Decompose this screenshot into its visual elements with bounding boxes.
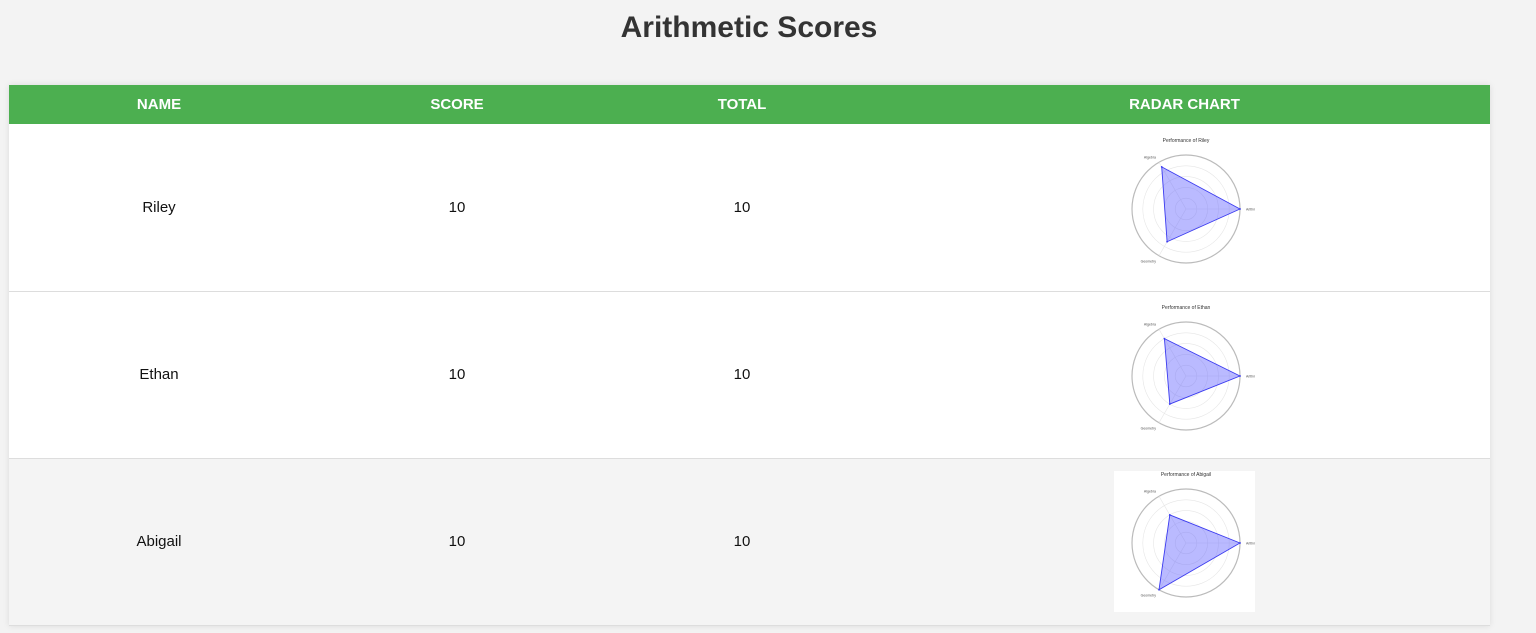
cell-score: 10 — [309, 291, 605, 459]
radar-data-point — [1168, 403, 1171, 405]
cell-score: 10 — [309, 458, 605, 626]
table-row: Riley 10 10 Performance of Riley Arithmet… — [9, 124, 1490, 292]
radar-data-point — [1158, 588, 1160, 591]
cell-total: 10 — [605, 124, 879, 292]
radar-axis-label: Algebra — [1144, 323, 1156, 327]
radar-series-area — [1161, 165, 1242, 243]
radar-axis-label: Algebra — [1144, 155, 1156, 159]
radar-chart: Performance of Riley Arithmetic Algebra Geo… — [1114, 136, 1255, 278]
radar-axis-label: Arithmetic — [1246, 542, 1255, 546]
radar-data-point — [1168, 514, 1171, 516]
cell-name: Ethan — [9, 291, 309, 459]
radar-axis-label: Geometry — [1141, 593, 1157, 597]
radar-chart-svg: Performance of Riley Arithmetic Algebra Geo… — [1131, 138, 1255, 264]
radar-axis-label: Algebra — [1144, 490, 1156, 494]
cell-score: 10 — [309, 124, 605, 292]
cell-radar-chart: Performance of Riley Arithmetic Algebra Geo… — [879, 124, 1490, 292]
page-title: Arithmetic Scores — [620, 11, 878, 44]
radar-data-point — [1239, 207, 1241, 210]
cell-total: 10 — [605, 458, 879, 626]
radar-chart-svg: Performance of Abigail Arithmetic Algebra G… — [1131, 472, 1255, 598]
radar-data-point — [1163, 337, 1166, 340]
scores-table: NAME SCORE TOTAL RADAR CHART Riley 10 10… — [9, 85, 1490, 626]
radar-chart-svg: Performance of Ethan Arithmetic Algebra Geo… — [1131, 305, 1255, 431]
radar-chart-title: Performance of Abigail — [1161, 472, 1211, 478]
cell-name: Riley — [9, 124, 309, 292]
radar-axis-label: Geometry — [1141, 259, 1157, 263]
radar-axis-label: Arithmetic — [1246, 207, 1255, 211]
table-row: Abigail 10 10 Performance of Abigail Arit… — [9, 458, 1490, 626]
cell-radar-chart: Performance of Ethan Arithmetic Algebra Geo… — [879, 291, 1490, 459]
radar-data-point — [1239, 542, 1241, 544]
header-total: TOTAL — [605, 85, 879, 124]
header-name: NAME — [9, 85, 309, 124]
table-row: Ethan 10 10 Performance of Ethan Arithmet… — [9, 291, 1490, 459]
radar-chart: Performance of Ethan Arithmetic Algebra Geo… — [1114, 304, 1255, 445]
radar-chart-title: Performance of Riley — [1163, 138, 1210, 144]
radar-chart: Performance of Abigail Arithmetic Algebra G… — [1114, 471, 1255, 612]
header-radar-chart: RADAR CHART — [879, 85, 1490, 124]
cell-radar-chart: Performance of Abigail Arithmetic Algebra G… — [879, 458, 1490, 626]
radar-axis-label: Arithmetic — [1246, 375, 1255, 379]
radar-data-point — [1166, 240, 1168, 243]
cell-name: Abigail — [9, 458, 309, 626]
radar-series-area — [1163, 337, 1242, 405]
radar-data-point — [1239, 375, 1241, 377]
radar-chart-title: Performance of Ethan — [1162, 305, 1211, 311]
radar-data-point — [1160, 165, 1163, 168]
table-header-row: NAME SCORE TOTAL RADAR CHART — [9, 85, 1490, 124]
cell-total: 10 — [605, 291, 879, 459]
scores-table-container: NAME SCORE TOTAL RADAR CHART Riley 10 10… — [9, 85, 1490, 626]
header-score: SCORE — [309, 85, 605, 124]
radar-axis-label: Geometry — [1141, 426, 1157, 430]
